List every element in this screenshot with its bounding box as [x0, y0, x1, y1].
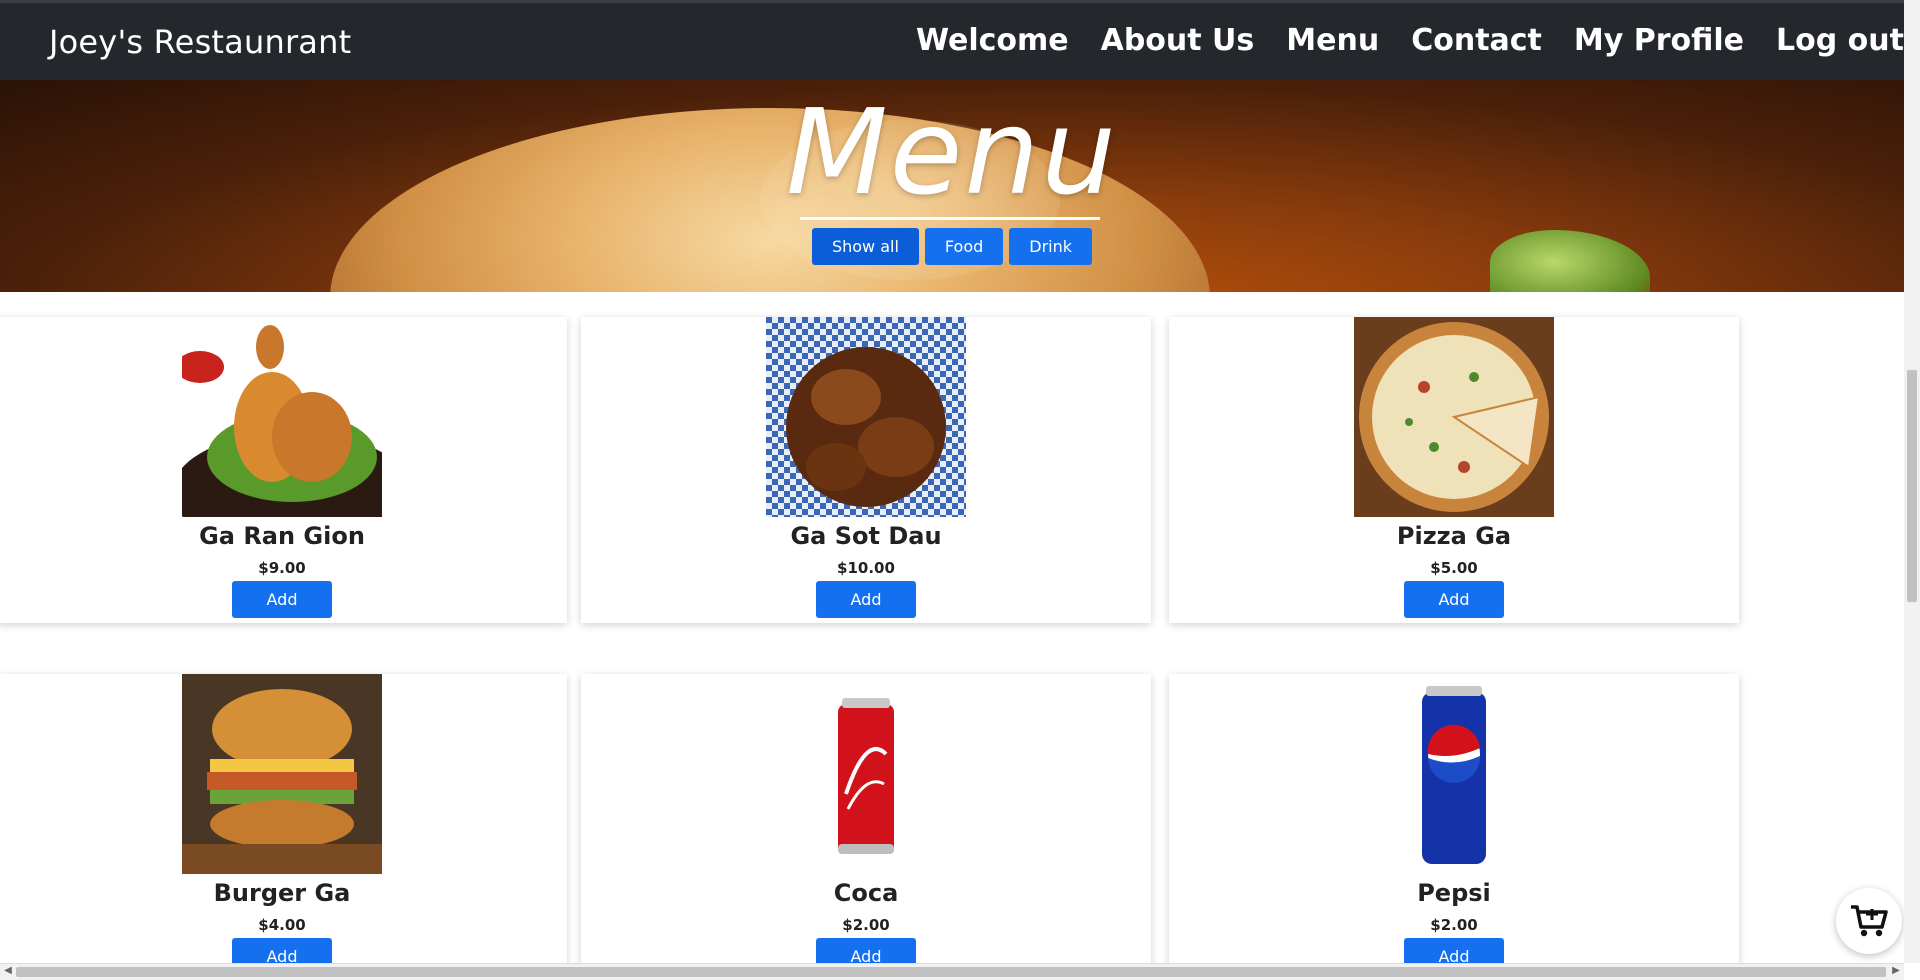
chicken-burger-image — [182, 674, 382, 874]
menu-item-price: $9.00 — [258, 559, 306, 577]
menu-item-name: Pizza Ga — [1396, 522, 1512, 550]
menu-item-price: $10.00 — [837, 559, 895, 577]
filter-show-all-button[interactable]: Show all — [811, 228, 919, 265]
scroll-left-icon[interactable]: ◀ — [0, 963, 16, 979]
menu-item-price: $4.00 — [258, 916, 306, 934]
scroll-right-icon[interactable]: ▶ — [1888, 963, 1904, 979]
horizontal-scrollbar-thumb[interactable] — [16, 967, 1886, 977]
title-underline — [800, 217, 1100, 220]
nav-link-about-us[interactable]: About Us — [1101, 23, 1255, 58]
menu-item-name: Coca — [833, 879, 899, 907]
page: Menu Show all Food Drink Joey's Restaunr… — [0, 0, 1904, 963]
menu-item-name: Burger Ga — [213, 879, 351, 907]
vertical-scrollbar-thumb[interactable] — [1907, 370, 1917, 602]
add-to-cart-button[interactable]: Add — [816, 938, 916, 963]
menu-item-name: Ga Ran Gion — [199, 522, 365, 550]
nav-link-menu[interactable]: Menu — [1286, 23, 1379, 58]
fried-chicken-image — [182, 317, 382, 517]
menu-item-price: $2.00 — [842, 916, 890, 934]
menu-item-price: $2.00 — [1430, 916, 1478, 934]
nav-link-contact[interactable]: Contact — [1411, 23, 1542, 58]
chicken-pizza-image — [1354, 317, 1554, 517]
nav-link-log-out[interactable]: Log out — [1776, 23, 1904, 58]
menu-item-name: Ga Sot Dau — [790, 522, 942, 550]
menu-item-price: $5.00 — [1430, 559, 1478, 577]
filter-group: Show all Food Drink — [0, 228, 1904, 265]
menu-card: Pizza Ga $5.00 Add — [1169, 317, 1739, 623]
add-to-cart-button[interactable]: Add — [1404, 938, 1504, 963]
menu-card: Coca $2.00 Add — [581, 674, 1151, 963]
hero-banner: Menu Show all Food Drink — [0, 80, 1904, 292]
cart-button[interactable] — [1836, 888, 1902, 954]
brand-logo-text[interactable]: Joey's Restaunrant — [49, 23, 351, 61]
nav-link-my-profile[interactable]: My Profile — [1574, 23, 1744, 58]
hero-title: Menu — [786, 83, 1118, 221]
menu-card: Pepsi $2.00 Add — [1169, 674, 1739, 963]
menu-card: Ga Sot Dau $10.00 Add — [581, 317, 1151, 623]
sauce-chicken-wings-image — [766, 317, 966, 517]
cart-plus-icon — [1851, 905, 1888, 937]
add-to-cart-button[interactable]: Add — [232, 581, 332, 618]
filter-drink-button[interactable]: Drink — [1009, 228, 1093, 265]
coca-cola-can-image — [766, 674, 966, 874]
nav-links: Welcome About Us Menu Contact My Profile… — [884, 23, 1904, 58]
navbar: Joey's Restaunrant Welcome About Us Menu… — [0, 0, 1904, 80]
menu-card: Burger Ga $4.00 Add — [0, 674, 567, 963]
add-to-cart-button[interactable]: Add — [1404, 581, 1504, 618]
add-to-cart-button[interactable]: Add — [232, 938, 332, 963]
filter-food-button[interactable]: Food — [924, 228, 1004, 265]
add-to-cart-button[interactable]: Add — [816, 581, 916, 618]
pepsi-can-image — [1354, 674, 1554, 874]
menu-item-name: Pepsi — [1417, 879, 1491, 907]
menu-card: Ga Ran Gion $9.00 Add — [0, 317, 567, 623]
nav-link-welcome[interactable]: Welcome — [916, 23, 1069, 58]
